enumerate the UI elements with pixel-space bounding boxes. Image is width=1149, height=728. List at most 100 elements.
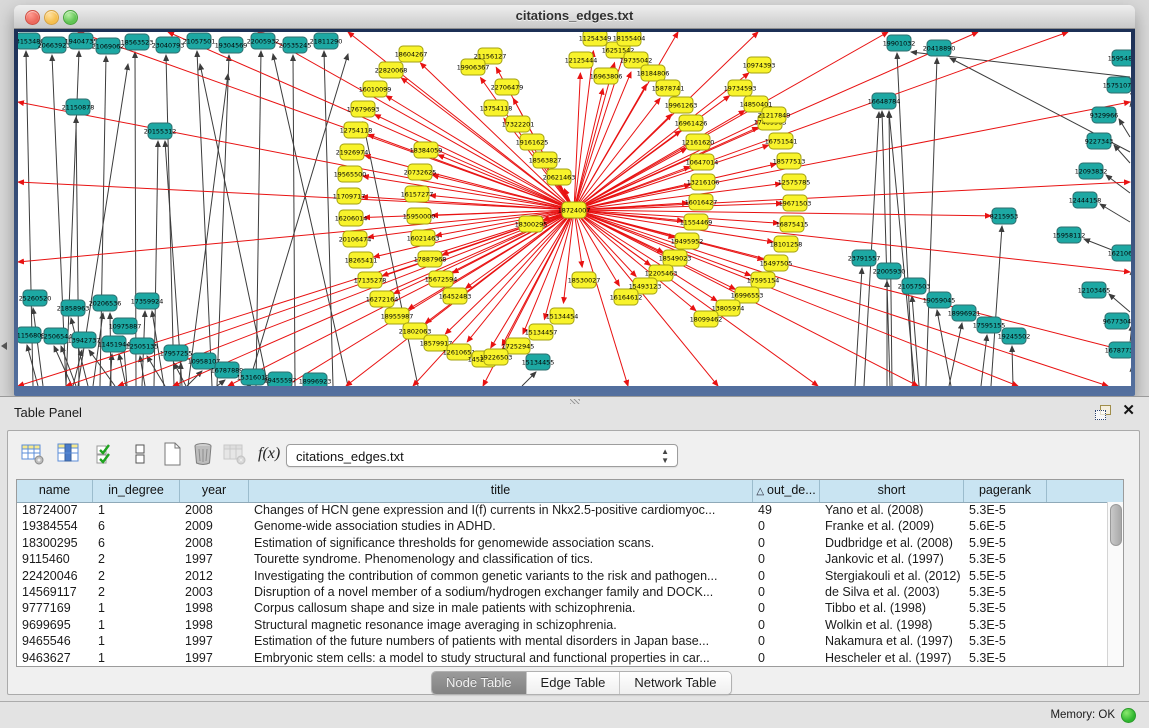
- graph-node-label: 17322201: [502, 120, 535, 128]
- cell-in_degree: 2: [93, 584, 180, 600]
- graph-node-label: 10975887: [109, 322, 142, 330]
- table-row[interactable]: 946362711997Embryonic stem cells: a mode…: [17, 650, 1108, 666]
- function-builder-button[interactable]: f(x): [258, 445, 284, 471]
- graph-node-label: 15950000: [403, 212, 436, 220]
- graph-node-label: 9227343: [1085, 137, 1113, 145]
- table-row[interactable]: 1872400712008Changes of HCN gene express…: [17, 502, 1108, 518]
- network-view[interactable]: 1860426722820068160100991767969312754118…: [18, 32, 1131, 386]
- graph-node-label: 19961263: [665, 101, 698, 109]
- cell-name: 9699695: [17, 617, 93, 633]
- table-row[interactable]: 977716911998Corpus callosum shape and si…: [17, 600, 1108, 616]
- cell-year: 1997: [180, 551, 249, 567]
- graph-edge: [574, 182, 1130, 210]
- cell-pagerank: 5.3E-5: [964, 650, 1047, 666]
- cell-year: 1998: [180, 600, 249, 616]
- cell-in_degree: 1: [93, 617, 180, 633]
- graph-node-label: 12093832: [1075, 167, 1108, 175]
- graph-node-label: 18265411: [345, 256, 378, 264]
- column-header-short[interactable]: short: [820, 480, 964, 502]
- graph-edge: [522, 372, 536, 386]
- graph-node-label: 19245502: [998, 332, 1031, 340]
- cell-in_degree: 6: [93, 518, 180, 534]
- column-header-in_degree[interactable]: in_degree: [93, 480, 180, 502]
- tab-edge-table[interactable]: Edge Table: [527, 672, 621, 694]
- tab-node-table[interactable]: Node Table: [432, 672, 527, 694]
- graph-edge: [18, 102, 574, 210]
- graph-node-label: 20155312: [144, 127, 177, 135]
- graph-node-label: 17595154: [747, 276, 780, 284]
- column-header-year[interactable]: year: [180, 480, 249, 502]
- create-column-button[interactable]: [160, 441, 186, 467]
- cell-title: Estimation of significance thresholds fo…: [249, 535, 753, 551]
- cell-title: Changes of HCN gene expression and I(f) …: [249, 502, 753, 518]
- cell-pagerank: 5.3E-5: [964, 502, 1047, 518]
- cell-out_de: 0: [753, 584, 820, 600]
- graph-node-label: 15954801: [1108, 54, 1131, 62]
- cell-short: Nakamura et al. (1997): [820, 633, 964, 649]
- vertical-scrollbar[interactable]: [1107, 502, 1123, 666]
- graph-node-label: 18563523: [121, 38, 154, 46]
- graph-node-label: 22005930: [873, 267, 906, 275]
- graph-node-label: 15751074: [1103, 81, 1131, 89]
- graph-node-label: 18530027: [568, 276, 601, 284]
- graph-edge: [188, 74, 228, 386]
- table-row[interactable]: 1938455462009Genome-wide association stu…: [17, 518, 1108, 534]
- graph-node-label: 18155404: [613, 34, 646, 42]
- column-header-out_de[interactable]: △out_de...: [753, 480, 820, 502]
- graph-node-label: 18184806: [637, 69, 670, 77]
- panel-collapse-arrow-icon[interactable]: [1, 342, 7, 350]
- graph-node-label: 21811290: [310, 37, 343, 45]
- graph-node-label: 18996923: [299, 377, 332, 385]
- table-row[interactable]: 2242004622012Investigating the contribut…: [17, 568, 1108, 584]
- delete-table-button[interactable]: [222, 441, 248, 467]
- graph-edge: [574, 84, 647, 210]
- graph-edge: [1100, 204, 1130, 222]
- table-row[interactable]: 946554611997Estimation of the future num…: [17, 633, 1108, 649]
- graph-node-label: 16996553: [731, 291, 764, 299]
- graph-node-label: 13805974: [712, 304, 745, 312]
- table-selector-dropdown[interactable]: citations_edges.txt ▲▼: [286, 444, 678, 467]
- row-options-button[interactable]: [128, 441, 154, 467]
- cell-out_de: 0: [753, 617, 820, 633]
- window-titlebar[interactable]: citations_edges.txt: [14, 5, 1135, 29]
- graph-edge: [574, 127, 758, 210]
- graph-edge: [135, 52, 136, 386]
- graph-node-label: 19226503: [480, 353, 513, 361]
- tab-network-table[interactable]: Network Table: [620, 672, 730, 694]
- scrollbar-thumb[interactable]: [1110, 504, 1122, 546]
- graph-node-label: 18604267: [395, 50, 428, 58]
- table-row[interactable]: 1456911722003Disruption of a novel membe…: [17, 584, 1108, 600]
- cell-in_degree: 2: [93, 551, 180, 567]
- column-header-title[interactable]: title: [249, 480, 753, 502]
- table-row[interactable]: 911546021997Tourette syndrome. Phenomeno…: [17, 551, 1108, 567]
- graph-node-label: 21057501: [183, 37, 216, 45]
- show-columns-button[interactable]: [56, 441, 82, 467]
- close-panel-button[interactable]: ✕: [1122, 402, 1135, 420]
- cell-title: Genome-wide association studies in ADHD.: [249, 518, 753, 534]
- cell-name: 9463627: [17, 650, 93, 666]
- graph-node-label: 15134457: [525, 328, 558, 336]
- graph-node-label: 19059045: [923, 296, 956, 304]
- graph-edge: [949, 323, 962, 386]
- graph-node-label: 18101258: [770, 240, 803, 248]
- graph-node-label: 18300295: [515, 220, 548, 228]
- table-row[interactable]: 1830029562008Estimation of significance …: [17, 535, 1108, 551]
- graph-node-label: 9677304: [1103, 317, 1131, 325]
- delete-column-button[interactable]: [190, 441, 216, 467]
- column-header-name[interactable]: name: [17, 480, 93, 502]
- graph-node-label: 16016427: [685, 198, 718, 206]
- graph-node-label: 15134454: [546, 312, 579, 320]
- table-mode-button[interactable]: [20, 441, 46, 467]
- graph-node-label: 21802063: [399, 327, 432, 335]
- graph-node-label: 13216106: [687, 178, 720, 186]
- graph-edge: [574, 102, 1130, 210]
- cell-out_de: 0: [753, 551, 820, 567]
- select-columns-button[interactable]: [94, 441, 120, 467]
- float-panel-button[interactable]: [1095, 405, 1111, 419]
- table-row[interactable]: 969969511998Structural magnetic resonanc…: [17, 617, 1108, 633]
- cell-name: 14569117: [17, 584, 93, 600]
- graph-edge: [1130, 325, 1131, 343]
- table-body: 1872400712008Changes of HCN gene express…: [17, 502, 1108, 666]
- column-header-pagerank[interactable]: pagerank: [964, 480, 1047, 502]
- graph-node-label: 21926974: [336, 148, 369, 156]
